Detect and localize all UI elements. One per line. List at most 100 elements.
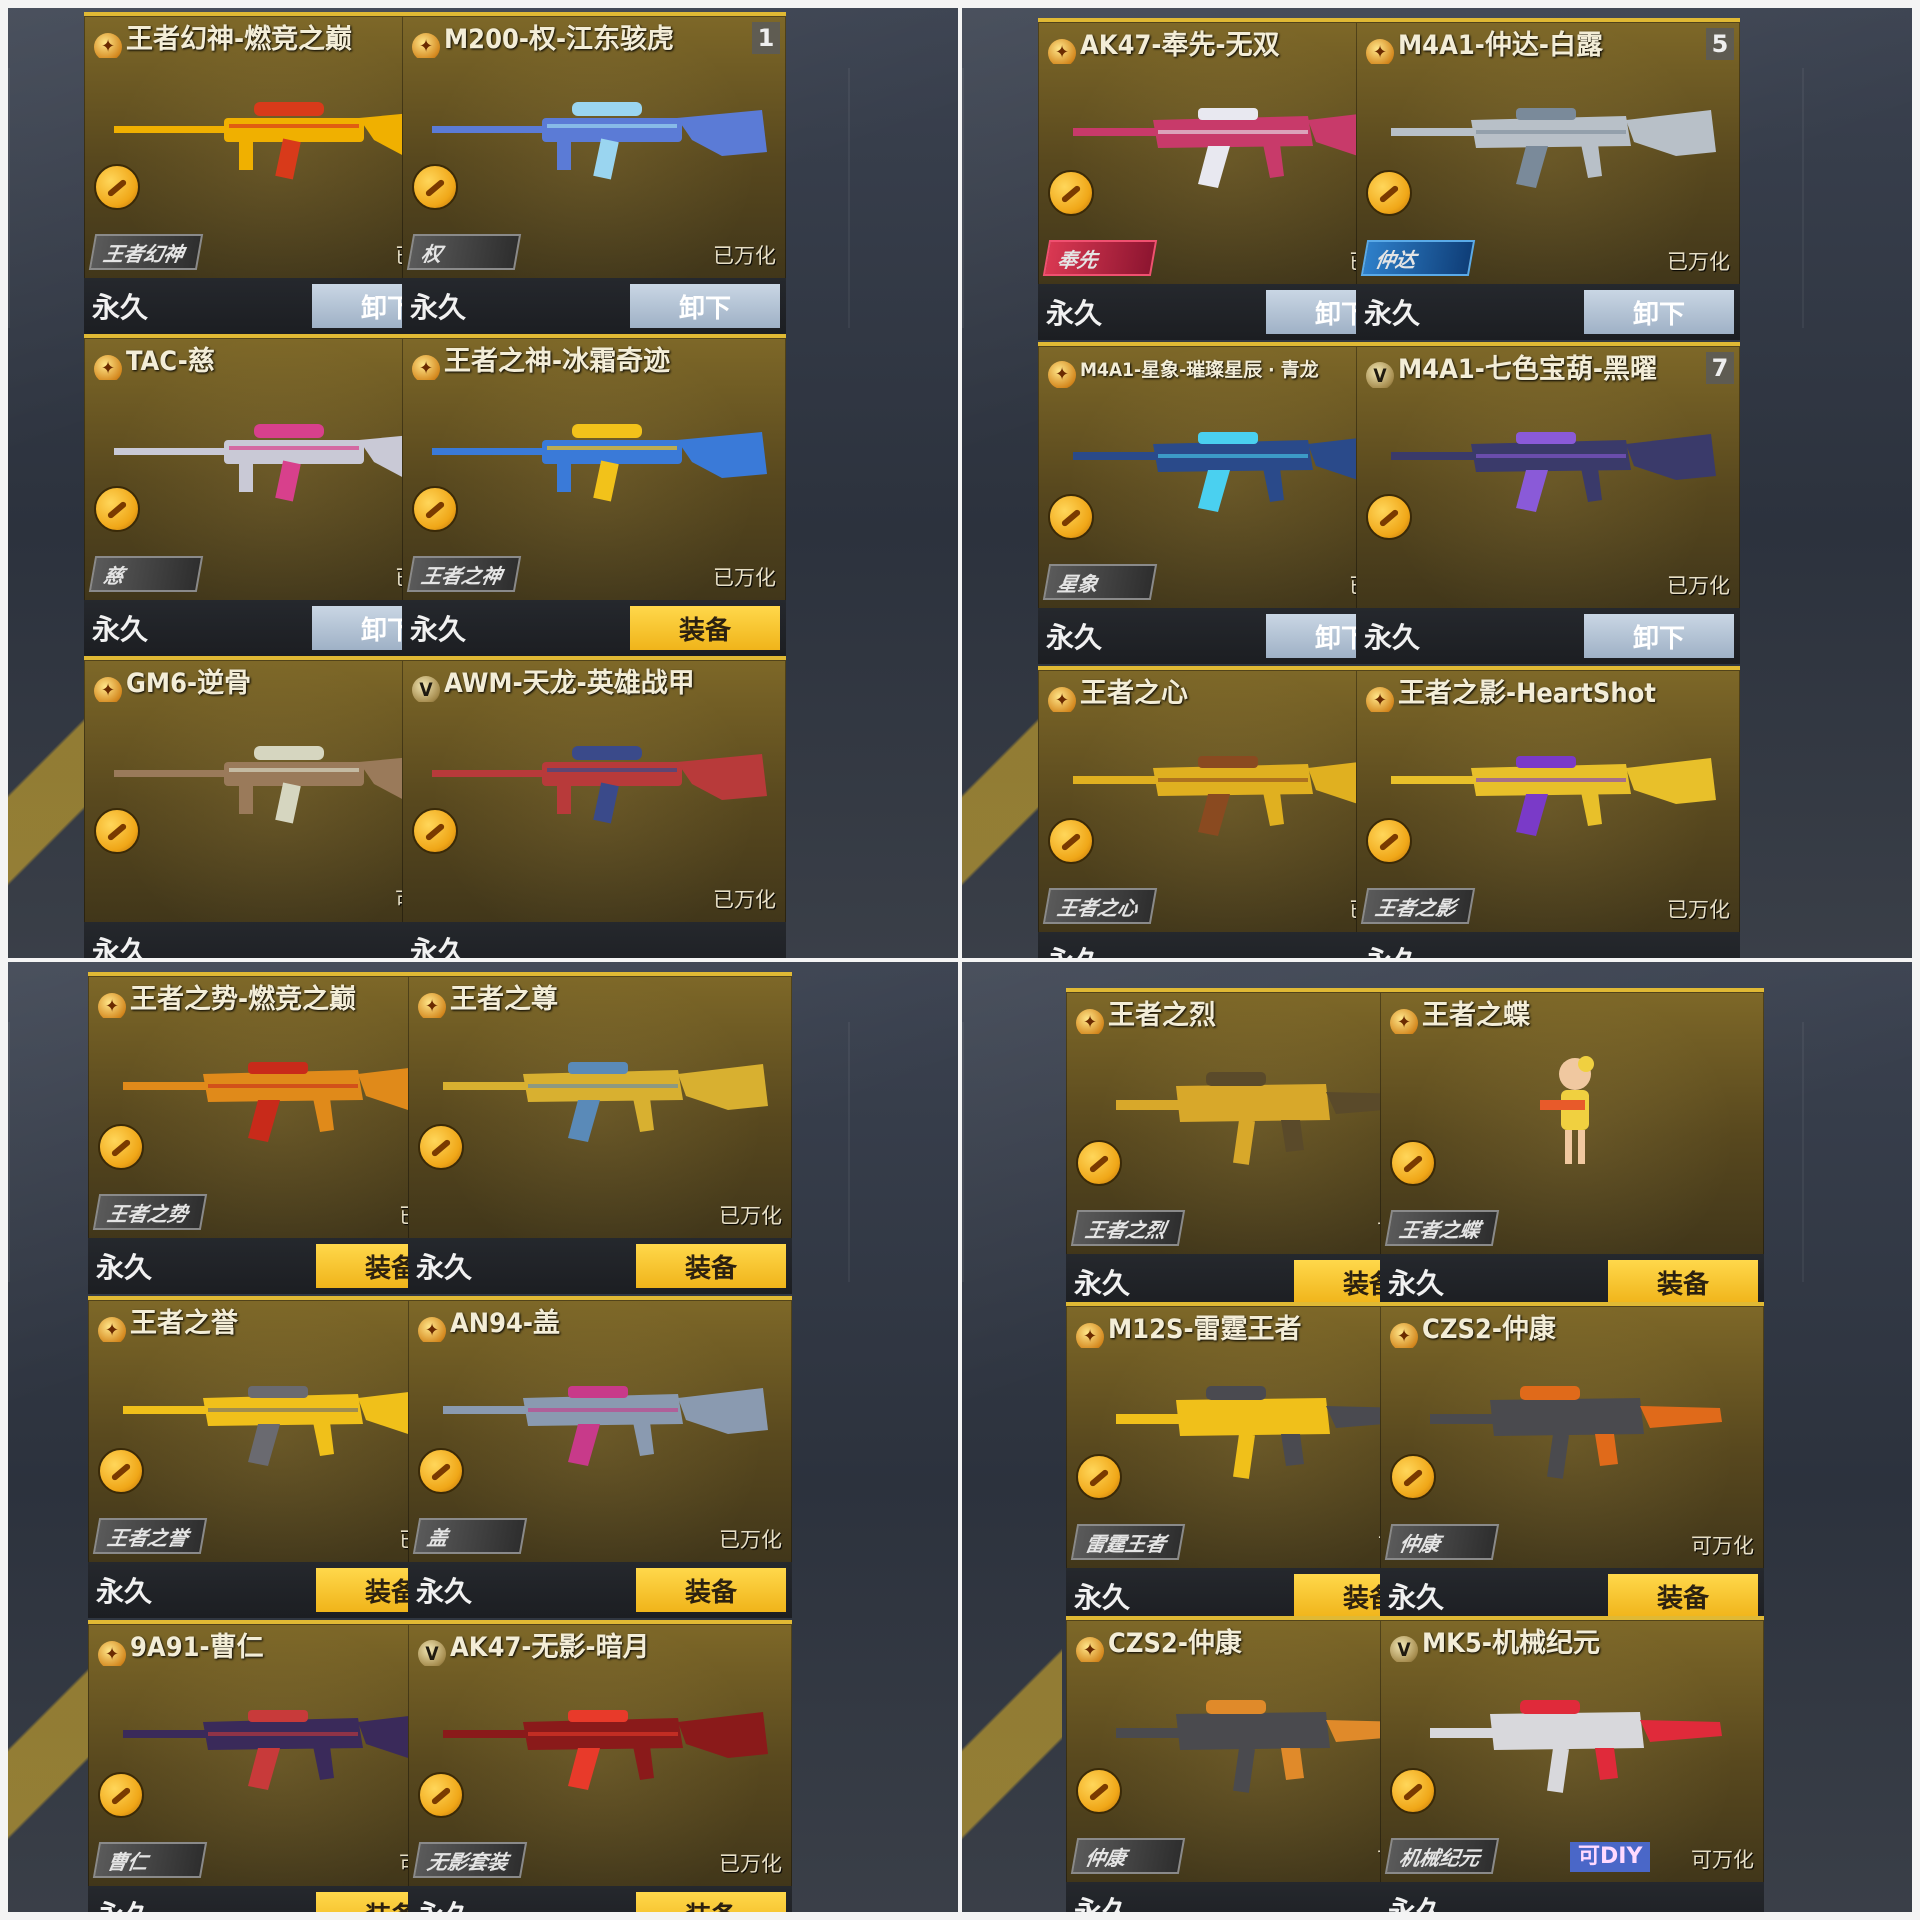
star-tier-icon: ✦ (1366, 39, 1394, 64)
upgrade-coin-icon[interactable] (412, 808, 458, 854)
card-footer: 永久 卸下 (402, 278, 786, 334)
weapon-card[interactable]: ✦ M4A1-仲达-白露 5 仲达 已万化 永久 卸下 (1356, 18, 1740, 340)
upgrade-coin-icon[interactable] (1076, 1454, 1122, 1500)
transform-status: 已万化 (719, 1852, 782, 1876)
weapon-card[interactable]: V MK5-机械纪元 机械纪元 可DIY 可万化 永久 (1380, 1616, 1764, 1912)
duration-label: 永久 (1074, 1581, 1131, 1614)
weapon-name-text: CZS2-仲康 (1422, 1314, 1556, 1345)
weapon-image (1376, 404, 1726, 524)
duration-label: 永久 (96, 1251, 153, 1284)
upgrade-coin-icon[interactable] (412, 486, 458, 532)
duration-label: 永久 (1364, 621, 1421, 654)
star-tier-icon: ✦ (412, 33, 440, 58)
upgrade-coin-icon[interactable] (412, 164, 458, 210)
upgrade-coin-icon[interactable] (94, 164, 140, 210)
star-tier-icon: ✦ (1076, 1637, 1104, 1662)
skin-series-tag: 无影套装 (412, 1842, 528, 1878)
weapon-name: ✦ 王者之烈 (1076, 998, 1406, 1034)
weapon-card[interactable]: ✦ CZS2-仲康 仲康 可万化 永久 装备 (1380, 1302, 1764, 1624)
skin-series-tag: 奉先 (1042, 240, 1158, 276)
weapon-name-text: AK47-无影-暗月 (450, 1632, 650, 1663)
upgrade-coin-icon[interactable] (1366, 170, 1412, 216)
upgrade-coin-icon[interactable] (1048, 170, 1094, 216)
upgrade-coin-icon[interactable] (1390, 1768, 1436, 1814)
weapon-name-text: 王者之势-燃竞之巅 (130, 984, 357, 1015)
upgrade-coin-icon[interactable] (418, 1448, 464, 1494)
weapon-image (1376, 728, 1726, 848)
weapon-name-text: 9A91-曹仁 (130, 1632, 264, 1663)
upgrade-coin-icon[interactable] (98, 1772, 144, 1818)
duration-label: 永久 (1388, 1581, 1445, 1614)
upgrade-coin-icon[interactable] (1048, 494, 1094, 540)
skin-series-tag: 王者幻神 (88, 234, 204, 270)
upgrade-coin-icon[interactable] (418, 1124, 464, 1170)
star-tier-icon: ✦ (1366, 687, 1394, 712)
weapon-name: V AWM-天龙-英雄战甲 (412, 666, 742, 702)
card-footer: 永久 (1356, 932, 1740, 958)
upgrade-coin-icon[interactable] (1076, 1140, 1122, 1186)
transform-status: 可万化 (1691, 1534, 1754, 1558)
duration-label: 永久 (1046, 621, 1103, 654)
weapon-name-text: 王者之神-冰霜奇迹 (444, 346, 671, 377)
weapon-name: ✦ 王者之尊 (418, 982, 748, 1018)
upgrade-coin-icon[interactable] (98, 1124, 144, 1170)
weapon-card[interactable]: V AWM-天龙-英雄战甲 已万化 永久 (402, 656, 786, 958)
weapon-name: V M4A1-七色宝葫-黑曜 (1366, 352, 1696, 388)
weapon-name-text: 王者幻神-燃竞之巅 (126, 24, 353, 55)
equip-button[interactable]: 装备 (636, 1892, 786, 1912)
upgrade-coin-icon[interactable] (418, 1772, 464, 1818)
star-tier-icon: ✦ (94, 33, 122, 58)
inventory-panel-2: ✦AK47-奉先-无双3奉先已万化永久卸下✦M4A1-仲达-白露5仲达已万化永久… (962, 8, 1912, 958)
weapon-card[interactable]: V M4A1-七色宝葫-黑曜 7 已万化 永久 卸下 (1356, 342, 1740, 664)
upgrade-coin-icon[interactable] (1076, 1768, 1122, 1814)
equip-button[interactable]: 装备 (1608, 1574, 1758, 1618)
weapon-name: ✦ 王者之誉 (98, 1306, 428, 1342)
equip-button[interactable]: 装备 (1608, 1260, 1758, 1304)
upgrade-coin-icon[interactable] (1366, 818, 1412, 864)
weapon-card[interactable]: ✦王者之影-HeartShot 王者之影 已万化永久 (1356, 666, 1740, 958)
weapon-card[interactable]: ✦ M200-权-江东骇虎 1 权 已万化 永久 卸下 (402, 12, 786, 334)
unload-button[interactable]: 卸下 (1584, 290, 1734, 334)
weapon-card[interactable]: ✦ AN94-盖盖 已万化 永久 装备 (408, 1296, 792, 1618)
upgrade-coin-icon[interactable] (1048, 818, 1094, 864)
transform-status: 可万化 (1691, 1848, 1754, 1872)
weapon-name-text: M200-权-江东骇虎 (444, 24, 675, 55)
weapon-name: ✦ TAC-慈 (94, 344, 424, 380)
upgrade-coin-icon[interactable] (1390, 1140, 1436, 1186)
skin-series-tag: 王者之势 (92, 1194, 208, 1230)
skin-series-tag: 王者之心 (1042, 888, 1158, 924)
unload-button[interactable]: 卸下 (1584, 614, 1734, 658)
weapon-name: ✦ M12S-雷霆王者 (1076, 1312, 1406, 1348)
upgrade-coin-icon[interactable] (94, 808, 140, 854)
card-footer: 永久 装备 (408, 1562, 792, 1618)
weapon-name-text: 王者之誉 (130, 1308, 238, 1339)
weapon-card[interactable]: ✦ 王者之蝶 王者之蝶 永久 装备 (1380, 988, 1764, 1310)
diy-badge[interactable]: 可DIY (1570, 1842, 1651, 1872)
duration-label: 永久 (1388, 1267, 1445, 1300)
transform-status: 已万化 (713, 244, 776, 268)
weapon-name: V AK47-无影-暗月 (418, 1630, 748, 1666)
weapon-name-text: CZS2-仲康 (1108, 1628, 1242, 1659)
upgrade-coin-icon[interactable] (98, 1448, 144, 1494)
weapon-card[interactable]: VAK47-无影-暗月无影套装 已万化永久 装备 (408, 1620, 792, 1912)
duration-label: 永久 (1364, 940, 1420, 958)
star-tier-icon: ✦ (1076, 1009, 1104, 1034)
equip-button[interactable]: 装备 (636, 1568, 786, 1612)
weapon-card[interactable]: ✦ 王者之神-冰霜奇迹 王者之神 已万化 永久 装备 (402, 334, 786, 656)
upgrade-coin-icon[interactable] (1390, 1454, 1436, 1500)
star-tier-icon: ✦ (1390, 1323, 1418, 1348)
skin-series-tag: 仲康 (1070, 1838, 1186, 1874)
equip-button[interactable]: 装备 (636, 1244, 786, 1288)
star-tier-icon: ✦ (418, 1317, 446, 1342)
duration-label: 永久 (1074, 1895, 1131, 1912)
weapon-name-text: M12S-雷霆王者 (1108, 1314, 1302, 1345)
upgrade-coin-icon[interactable] (94, 486, 140, 532)
weapon-name-text: TAC-慈 (126, 346, 215, 377)
star-tier-icon: ✦ (98, 1641, 126, 1666)
weapon-card[interactable]: ✦ 王者之尊 已万化 永久 装备 (408, 972, 792, 1294)
duration-label: 永久 (92, 935, 149, 958)
duration-label: 永久 (410, 613, 467, 646)
equip-button[interactable]: 装备 (630, 606, 780, 650)
unload-button[interactable]: 卸下 (630, 284, 780, 328)
upgrade-coin-icon[interactable] (1366, 494, 1412, 540)
